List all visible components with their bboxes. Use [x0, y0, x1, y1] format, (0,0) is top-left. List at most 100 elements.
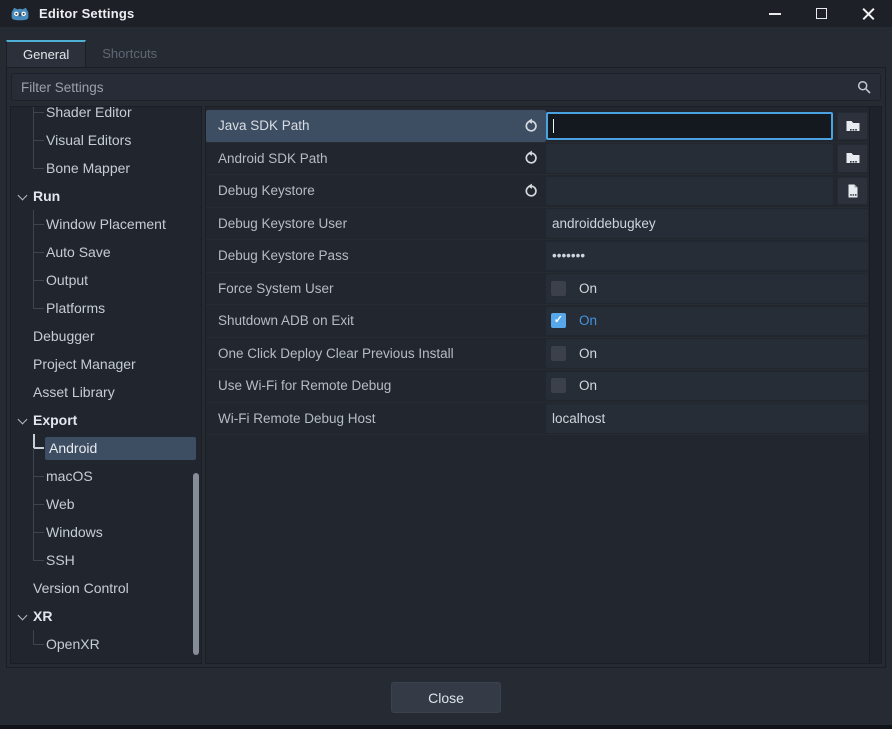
sidebar-item-web[interactable]: Web — [11, 490, 201, 518]
close-button[interactable]: Close — [391, 682, 501, 713]
setting-row-debug-keystore[interactable]: Debug Keystore — [206, 175, 868, 208]
sidebar-item-ssh[interactable]: SSH — [11, 546, 201, 574]
setting-row-android-sdk-path[interactable]: Android SDK Path — [206, 143, 868, 176]
sidebar-item-debugger[interactable]: Debugger — [11, 322, 201, 350]
setting-row-wifi-remote-debug-host[interactable]: Wi-Fi Remote Debug Host — [206, 403, 868, 436]
window-bottom-edge — [0, 725, 892, 729]
tree-connector — [33, 294, 45, 322]
tree-scrollbar — [193, 109, 199, 661]
tree-scrollbar-thumb[interactable] — [193, 473, 199, 655]
setting-label[interactable]: One Click Deploy Clear Previous Install — [206, 338, 546, 370]
sidebar-item-windows[interactable]: Windows — [11, 518, 201, 546]
maximize-icon — [816, 8, 827, 19]
titlebar: Editor Settings — [0, 0, 892, 27]
settings-scrollbar-track[interactable] — [869, 107, 881, 663]
chevron-down-icon — [15, 607, 33, 625]
checkbox-field: On — [546, 274, 868, 303]
sidebar-item-auto-save[interactable]: Auto Save — [11, 238, 201, 266]
setting-label[interactable]: Java SDK Path — [206, 110, 546, 142]
setting-label[interactable]: Android SDK Path — [206, 143, 546, 175]
setting-label[interactable]: Debug Keystore User — [206, 208, 546, 240]
checkbox-on-label: On — [579, 346, 597, 361]
one-click-deploy-clear-previous-install-checkbox[interactable] — [551, 346, 566, 361]
sidebar-section-run[interactable]: Run — [11, 182, 201, 210]
sidebar-section-xr[interactable]: XR — [11, 602, 201, 630]
sidebar-item-openxr[interactable]: OpenXR — [11, 630, 201, 658]
tree-connector — [33, 434, 45, 462]
setting-label[interactable]: Debug Keystore — [206, 175, 546, 207]
sidebar-item-project-manager[interactable]: Project Manager — [11, 350, 201, 378]
minimize-icon — [769, 13, 781, 15]
tab-general[interactable]: General — [6, 40, 86, 67]
setting-label[interactable]: Use Wi-Fi for Remote Debug — [206, 370, 546, 402]
folder-icon — [845, 150, 861, 166]
folder-browse-button[interactable] — [837, 144, 868, 173]
tree-connector — [33, 266, 45, 294]
setting-row-one-click-deploy-clear-previous-install[interactable]: One Click Deploy Clear Previous Install … — [206, 338, 868, 371]
debug-keystore-user-input[interactable] — [546, 209, 868, 238]
force-system-user-checkbox[interactable] — [551, 281, 566, 296]
maximize-button[interactable] — [798, 0, 845, 27]
checkbox-field: On — [546, 307, 868, 336]
file-browse-button[interactable] — [837, 177, 868, 206]
sidebar-item-macos[interactable]: macOS — [11, 462, 201, 490]
tree-connector — [33, 462, 45, 490]
editor-settings-window: Editor Settings General Shortcuts Shader… — [0, 0, 892, 729]
tree-connector — [33, 518, 45, 546]
tree-connector — [33, 106, 45, 126]
chevron-down-icon — [15, 411, 33, 429]
tree-connector — [33, 154, 45, 182]
filter-settings-wrap — [11, 73, 881, 101]
settings-list: Java SDK Path — [205, 106, 882, 664]
wifi-remote-debug-host-input[interactable] — [546, 404, 868, 433]
sidebar-item-bone-mapper[interactable]: Bone Mapper — [11, 154, 201, 182]
sidebar-item-output[interactable]: Output — [11, 266, 201, 294]
checkbox-on-label: On — [579, 281, 597, 296]
sidebar-item-visual-editors[interactable]: Visual Editors — [11, 126, 201, 154]
setting-row-use-wifi-for-remote-debug[interactable]: Use Wi-Fi for Remote Debug On — [206, 370, 868, 403]
shutdown-adb-on-exit-checkbox[interactable] — [551, 313, 566, 328]
folder-browse-button[interactable] — [837, 112, 868, 141]
dialog-footer: Close — [0, 668, 892, 725]
minimize-button[interactable] — [751, 0, 798, 27]
file-icon — [845, 183, 861, 199]
close-window-button[interactable] — [845, 0, 892, 27]
debug-keystore-input[interactable] — [546, 177, 833, 206]
setting-row-force-system-user[interactable]: Force System User On — [206, 273, 868, 306]
sidebar-item-window-placement[interactable]: Window Placement — [11, 210, 201, 238]
setting-label[interactable]: Shutdown ADB on Exit — [206, 305, 546, 337]
setting-label[interactable]: Force System User — [206, 273, 546, 305]
revert-icon[interactable] — [522, 149, 540, 167]
split-panels: Shader Editor Visual Editors Bone Mapper… — [10, 106, 882, 664]
debug-keystore-pass-input[interactable] — [546, 242, 868, 271]
setting-row-debug-keystore-pass[interactable]: Debug Keystore Pass — [206, 240, 868, 273]
sidebar-section-export[interactable]: Export — [11, 406, 201, 434]
checkbox-on-label: On — [579, 378, 597, 393]
close-icon — [862, 7, 875, 20]
setting-label[interactable]: Debug Keystore Pass — [206, 240, 546, 272]
tree-connector — [33, 238, 45, 266]
tree-connector — [33, 546, 45, 574]
window-title: Editor Settings — [39, 6, 134, 21]
search-icon — [856, 79, 872, 95]
filter-settings-input[interactable] — [11, 73, 881, 101]
java-sdk-path-input[interactable] — [546, 112, 833, 141]
use-wifi-for-remote-debug-checkbox[interactable] — [551, 378, 566, 393]
checkbox-field: On — [546, 339, 868, 368]
setting-row-shutdown-adb-on-exit[interactable]: Shutdown ADB on Exit On — [206, 305, 868, 338]
android-sdk-path-input[interactable] — [546, 144, 833, 173]
revert-icon[interactable] — [522, 117, 540, 135]
revert-icon[interactable] — [522, 182, 540, 200]
tab-shortcuts[interactable]: Shortcuts — [86, 40, 173, 67]
setting-row-debug-keystore-user[interactable]: Debug Keystore User — [206, 208, 868, 241]
setting-label[interactable]: Wi-Fi Remote Debug Host — [206, 403, 546, 435]
settings-tree: Shader Editor Visual Editors Bone Mapper… — [10, 106, 202, 664]
sidebar-item-android[interactable]: Android — [11, 434, 201, 462]
tree-connector — [33, 630, 45, 658]
setting-row-java-sdk-path[interactable]: Java SDK Path — [206, 110, 868, 143]
sidebar-item-platforms[interactable]: Platforms — [11, 294, 201, 322]
sidebar-item-shader-editor[interactable]: Shader Editor — [11, 106, 201, 126]
sidebar-item-version-control[interactable]: Version Control — [11, 574, 201, 602]
sidebar-item-metadata[interactable]: Metadata — [11, 658, 201, 664]
sidebar-item-asset-library[interactable]: Asset Library — [11, 378, 201, 406]
